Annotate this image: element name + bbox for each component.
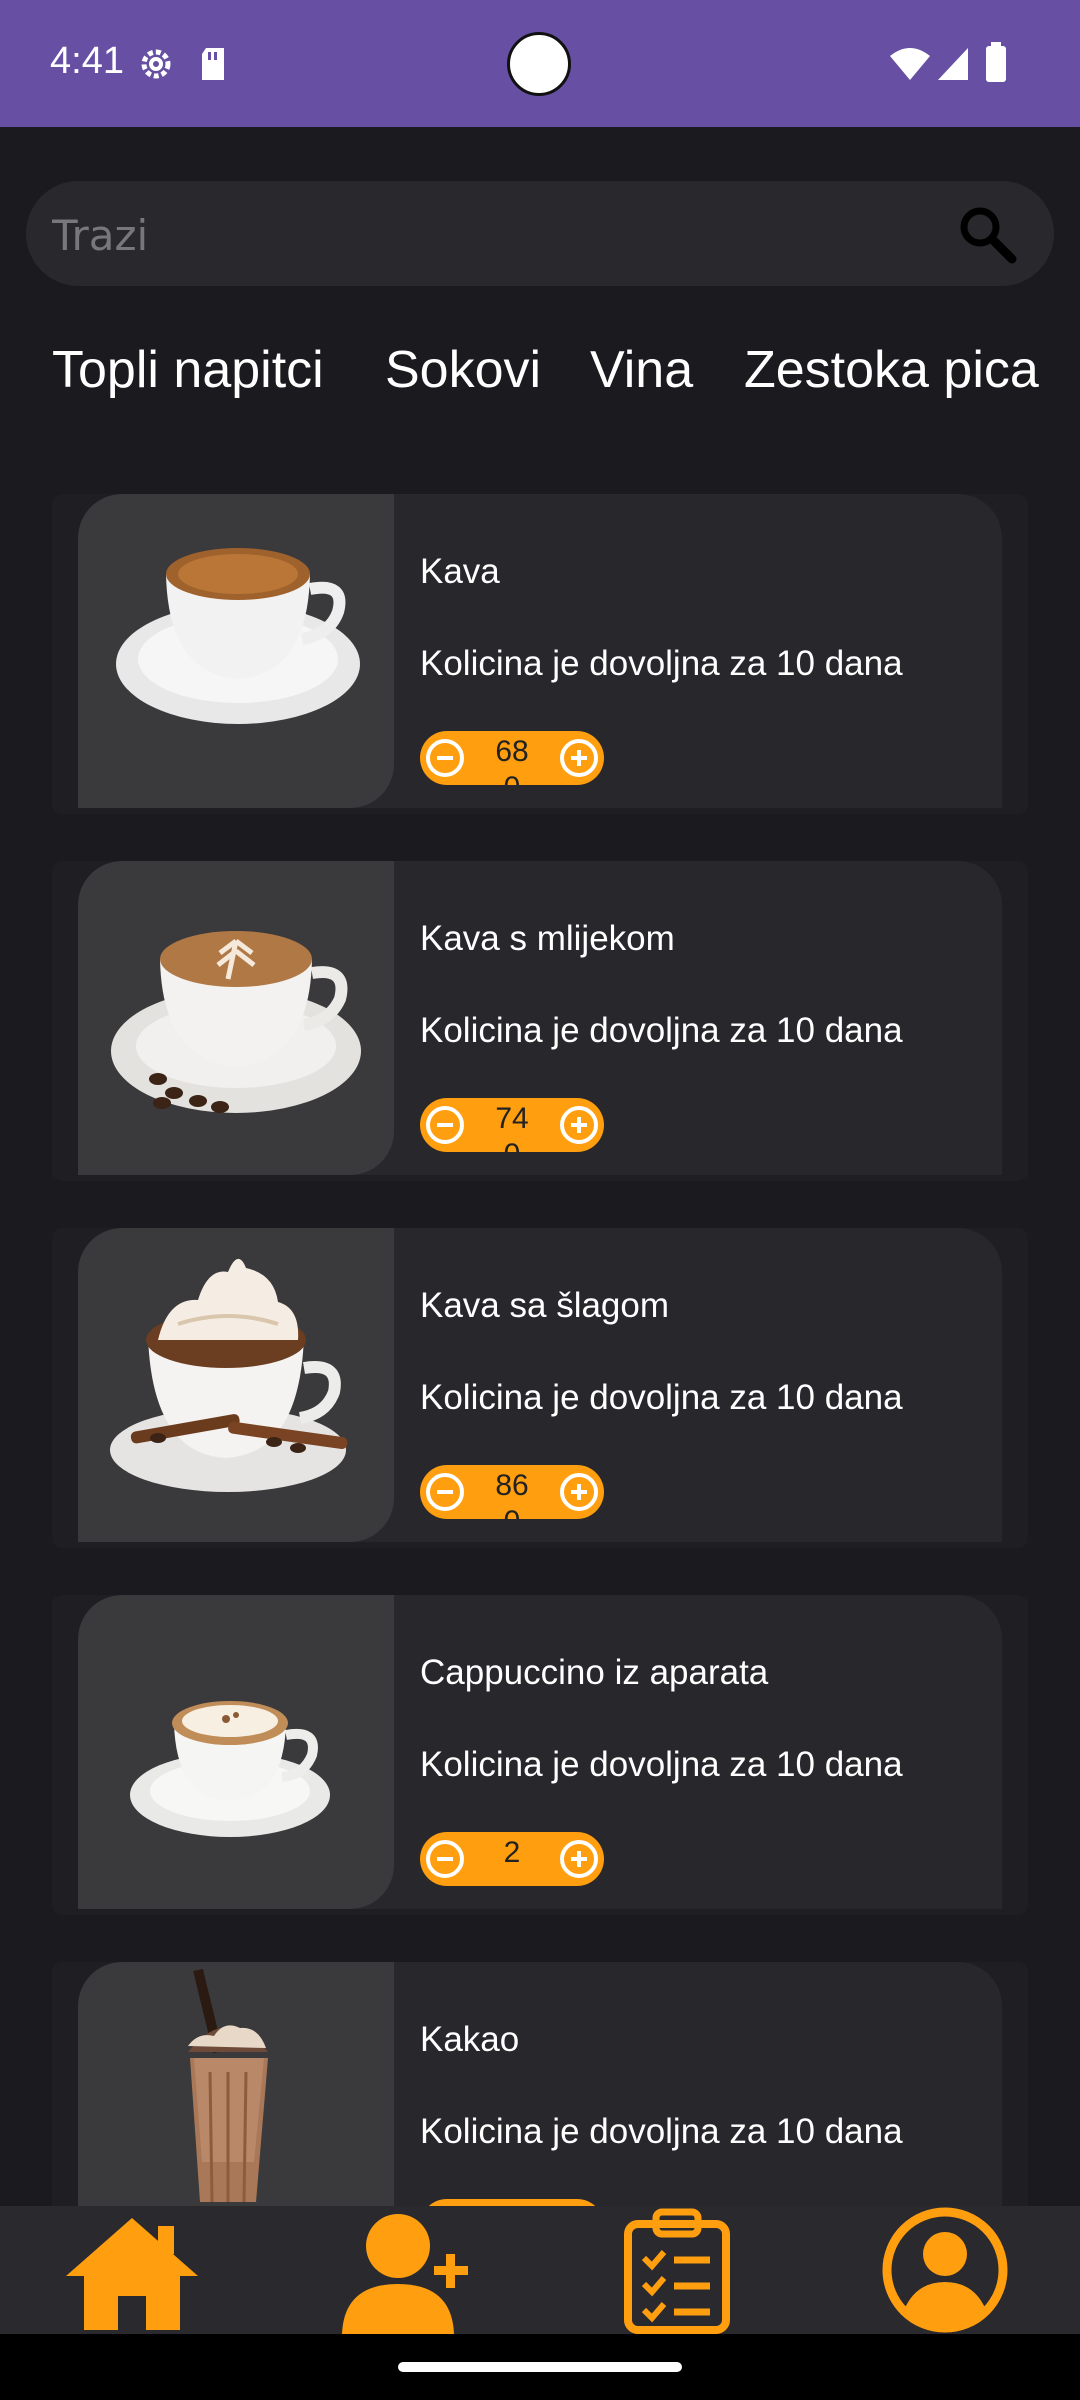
product-card[interactable]: Kava s mlijekom Kolicina je dovoljna za … [78,861,1002,1175]
search-input[interactable] [50,199,934,271]
product-image [78,494,394,808]
tab-zestoka-pica[interactable]: Zestoka pica [744,340,1039,400]
category-tabs: Topli napitci Sokovi Vina Zestoka pica [0,340,1080,420]
quantity-value: 2 [503,1836,521,1869]
plus-icon[interactable] [560,739,598,777]
tab-sokovi[interactable]: Sokovi [385,340,541,400]
product-name: Kava [420,552,500,591]
camera-cutout [507,32,571,96]
quantity-overflow: 0 [470,771,554,785]
product-card[interactable]: Kava sa šlagom Kolicina je dovoljna za 1… [78,1228,1002,1542]
minus-icon[interactable] [426,1473,464,1511]
product-name: Kava sa šlagom [420,1286,670,1325]
search-icon[interactable] [956,203,1018,265]
quantity-overflow: 0 [470,1138,554,1152]
product-image [78,1228,394,1542]
minus-icon[interactable] [426,739,464,777]
quantity-stepper[interactable]: 68 0 [420,731,604,785]
product-description: Kolicina je dovoljna za 10 dana [420,1745,903,1784]
product-card[interactable]: Cappuccino iz aparata Kolicina je dovolj… [78,1595,1002,1909]
quantity-value: 86 [495,1469,529,1502]
nav-home[interactable] [62,2206,202,2334]
tab-vina[interactable]: Vina [590,340,693,400]
status-bar: 4:41 [0,0,1080,127]
product-image [78,1595,394,1909]
product-card[interactable]: Kava Kolicina je dovoljna za 10 dana 68 … [78,494,1002,808]
sd-card-icon [198,46,228,87]
product-name: Kava s mlijekom [420,919,675,958]
plus-icon[interactable] [560,1840,598,1878]
product-name: Kakao [420,2020,520,2059]
product-name: Cappuccino iz aparata [420,1653,769,1692]
quantity-value: 68 [495,735,529,768]
product-description: Kolicina je dovoljna za 10 dana [420,2112,903,2151]
nav-checklist[interactable] [622,2206,732,2334]
tab-topli-napitci[interactable]: Topli napitci [52,340,324,400]
quantity-stepper[interactable]: 74 0 [420,1098,604,1152]
bottom-navigation [0,2206,1080,2334]
battery-icon [984,42,1008,89]
status-time: 4:41 [50,40,124,82]
product-description: Kolicina je dovoljna za 10 dana [420,644,903,683]
quantity-stepper[interactable]: 86 0 [420,1465,604,1519]
quantity-overflow: 0 [470,1505,554,1519]
plus-icon[interactable] [560,1106,598,1144]
product-description: Kolicina je dovoljna za 10 dana [420,1011,903,1050]
minus-icon[interactable] [426,1106,464,1144]
quantity-value: 74 [495,1102,529,1135]
app-screen: 4:41 Topli napitci Sokovi Vina Zestoka p… [0,0,1080,2400]
minus-icon[interactable] [426,1840,464,1878]
wifi-icon [888,46,932,87]
product-image [78,861,394,1175]
gesture-navigation-area [0,2334,1080,2400]
settings-gear-icon [136,44,176,89]
nav-profile[interactable] [880,2206,1010,2334]
gesture-handle[interactable] [398,2362,682,2372]
product-description: Kolicina je dovoljna za 10 dana [420,1378,903,1417]
plus-icon[interactable] [560,1473,598,1511]
search-bar[interactable] [26,181,1054,286]
signal-icon [936,46,970,87]
quantity-stepper[interactable]: 2 [420,1832,604,1886]
nav-add-user[interactable] [336,2206,476,2334]
